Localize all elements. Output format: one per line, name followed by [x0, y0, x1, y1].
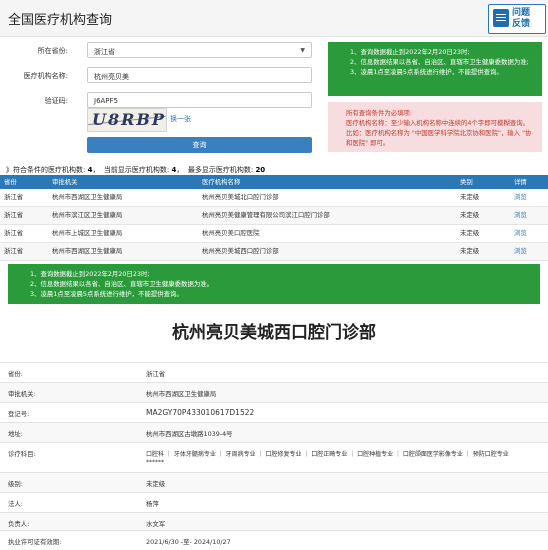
notice-required-line-2: 医疗机构名称：至少输入机构名称中连续的4个字即可模糊查询。比如：医疗机构名称为 …: [346, 119, 532, 147]
notice-required-line-1: 所有查询条件为必填项:: [346, 109, 413, 117]
feedback-button[interactable]: 问题 反馈: [488, 4, 546, 34]
org-name-label: 医疗机构名称:: [23, 72, 68, 80]
feedback-label-line1: 问题: [512, 8, 531, 18]
detail-value: 杨萍: [146, 500, 159, 508]
detail-label: 法人:: [8, 500, 23, 508]
summary-max-label: 最多显示医疗机构数:: [187, 166, 254, 174]
cell-province: 浙江省: [4, 247, 24, 255]
detail-value: 杭州市西湖区卫生健康局: [146, 390, 217, 398]
col-province: 省份: [4, 178, 17, 186]
summary-shown-count: 4: [171, 166, 177, 174]
cell-province: 浙江省: [4, 211, 24, 219]
col-detail: 详情: [514, 178, 527, 186]
table-row: 浙江省 杭州市西湖区卫生健康局 杭州亮贝美城西口腔门诊部 未定级 浏览: [0, 243, 548, 261]
detail-row-address: 地址: 杭州市西湖区古墩路1039-4号: [0, 422, 548, 442]
org-name-input[interactable]: 杭州亮贝美: [87, 67, 312, 83]
summary-matched-label: 》符合条件的医疗机构数:: [6, 166, 86, 174]
notice-mid-line-3: 3、凌晨1点至凌晨5点系统进行维护，不能提供查询。: [30, 290, 183, 298]
list-icon: [493, 9, 509, 27]
captcha-image-text: U8RBPC: [92, 110, 166, 129]
detail-row-registration: 登记号: MA2GY70P433010617D1522: [0, 402, 548, 422]
detail-label: 负责人:: [8, 520, 30, 528]
detail-label: 审批机关:: [8, 390, 36, 398]
notice-box-top: 1、查询数据截止到2022年2月20日23时; 2、信息数据结果以各省、自治区、…: [328, 42, 542, 96]
chevron-down-icon: ▼: [300, 47, 305, 54]
cell-org-name: 杭州亮贝美健康管理有限公司滨江口腔门诊部: [202, 211, 330, 219]
summary-max-count: 20: [255, 166, 266, 174]
detail-value: 口腔科 ｜ 牙体牙髓病专业 ｜ 牙周病专业 ｜ 口腔修复专业 ｜ 口腔正畸专业 …: [146, 451, 509, 458]
captcha-input-value: J6APF5: [94, 97, 119, 105]
notice-box-middle: 1、查询数据截止到2022年2月20日23时; 2、信息数据结果以各省、自治区、…: [8, 264, 540, 304]
summary-matched-count: 4: [87, 166, 93, 174]
detail-value-continued: ******: [146, 459, 164, 466]
cell-org-name: 杭州亮贝美口腔医院: [202, 229, 260, 237]
detail-title: 杭州亮贝美城西口腔门诊部: [172, 323, 376, 343]
cell-org-name: 杭州亮贝美城西口腔门诊部: [202, 247, 279, 255]
col-org-name: 医疗机构名称: [202, 178, 241, 186]
result-summary: 》符合条件的医疗机构数: 4， 当前显示医疗机构数: 4， 最多显示医疗机构数:…: [6, 166, 266, 174]
table-row: 浙江省 杭州市西湖区卫生健康局 杭州亮贝美城北口腔门诊部 未定级 浏览: [0, 189, 548, 207]
cell-org-name: 杭州亮贝美城北口腔门诊部: [202, 193, 279, 201]
cell-category: 未定级: [460, 229, 480, 237]
detail-row-province: 省份: 浙江省: [0, 362, 548, 382]
detail-label: 执业许可证有效期:: [8, 538, 62, 546]
results-table-header: 省份 审批机关 医疗机构名称 类别 详情: [0, 175, 548, 189]
cell-province: 浙江省: [4, 229, 24, 237]
notice-mid-line-2: 2、信息数据结果以各省、自治区、直辖市卫生健康委数据为准。: [30, 280, 214, 288]
province-select[interactable]: 浙江省 ▼: [87, 42, 312, 58]
detail-row-license-validity: 执业许可证有效期: 2021/6/30 -至- 2024/10/27: [0, 530, 548, 550]
table-row: 浙江省 杭州市上城区卫生健康局 杭州亮贝美口腔医院 未定级 浏览: [0, 225, 548, 243]
detail-label: 地址:: [8, 430, 23, 438]
notice-top-line-2: 2、信息数据结果以各省、自治区、直辖市卫生健康委数据为准;: [350, 58, 529, 66]
detail-row-authority: 审批机关: 杭州市西湖区卫生健康局: [0, 382, 548, 402]
view-detail-link[interactable]: 浏览: [514, 225, 527, 242]
col-category: 类别: [460, 178, 473, 186]
notice-top-line-3: 3、凌晨1点至凌晨5点系统进行维护，不能提供查询。: [350, 68, 503, 76]
detail-value: 浙江省: [146, 370, 166, 378]
province-label: 所在省份:: [37, 47, 68, 55]
detail-value: 未定级: [146, 480, 166, 488]
cell-authority: 杭州市西湖区卫生健康局: [52, 247, 123, 255]
detail-label: 诊疗科目:: [8, 450, 36, 458]
detail-row-principal: 负责人: 水文军: [0, 512, 548, 532]
cell-authority: 杭州市滨江区卫生健康局: [52, 211, 123, 219]
detail-value: 2021/6/30 -至- 2024/10/27: [146, 538, 231, 546]
detail-row-level: 级别: 未定级: [0, 472, 548, 492]
cell-authority: 杭州市上城区卫生健康局: [52, 229, 123, 237]
view-detail-link[interactable]: 浏览: [514, 243, 527, 260]
cell-category: 未定级: [460, 211, 480, 219]
detail-label: 省份:: [8, 370, 23, 378]
detail-label: 级别:: [8, 480, 23, 488]
summary-shown-label: 当前显示医疗机构数:: [103, 166, 170, 174]
query-button[interactable]: 查询: [87, 137, 312, 153]
captcha-label: 验证码:: [44, 97, 68, 105]
feedback-label-line2: 反馈: [512, 19, 531, 29]
page-title: 全国医疗机构查询: [8, 13, 113, 28]
captcha-image[interactable]: U8RBPC: [87, 108, 167, 132]
detail-row-legal-person: 法人: 杨萍: [0, 492, 548, 512]
view-detail-link[interactable]: 浏览: [514, 207, 527, 224]
detail-row-departments: 诊疗科目: 口腔科 ｜ 牙体牙髓病专业 ｜ 牙周病专业 ｜ 口腔修复专业 ｜ 口…: [0, 442, 548, 472]
province-select-value: 浙江省: [94, 48, 115, 56]
notice-box-required: 所有查询条件为必填项: 医疗机构名称：至少输入机构名称中连续的4个字即可模糊查询…: [328, 102, 542, 152]
cell-province: 浙江省: [4, 193, 24, 201]
notice-mid-line-1: 1、查询数据截止到2022年2月20日23时;: [30, 270, 150, 278]
notice-top-line-1: 1、查询数据截止到2022年2月20日23时;: [350, 48, 470, 56]
detail-label: 登记号:: [8, 410, 30, 418]
captcha-input[interactable]: J6APF5: [87, 92, 312, 108]
org-name-input-value: 杭州亮贝美: [94, 73, 129, 81]
cell-authority: 杭州市西湖区卫生健康局: [52, 193, 123, 201]
table-row: 浙江省 杭州市滨江区卫生健康局 杭州亮贝美健康管理有限公司滨江口腔门诊部 未定级…: [0, 207, 548, 225]
refresh-captcha-link[interactable]: 换一张: [170, 114, 191, 124]
col-authority: 审批机关: [52, 178, 78, 186]
detail-value: 杭州市西湖区古墩路1039-4号: [146, 430, 233, 438]
detail-value: 水文军: [146, 520, 166, 528]
detail-value: MA2GY70P433010617D1522: [146, 408, 255, 417]
cell-category: 未定级: [460, 193, 480, 201]
view-detail-link[interactable]: 浏览: [514, 189, 527, 206]
cell-category: 未定级: [460, 247, 480, 255]
